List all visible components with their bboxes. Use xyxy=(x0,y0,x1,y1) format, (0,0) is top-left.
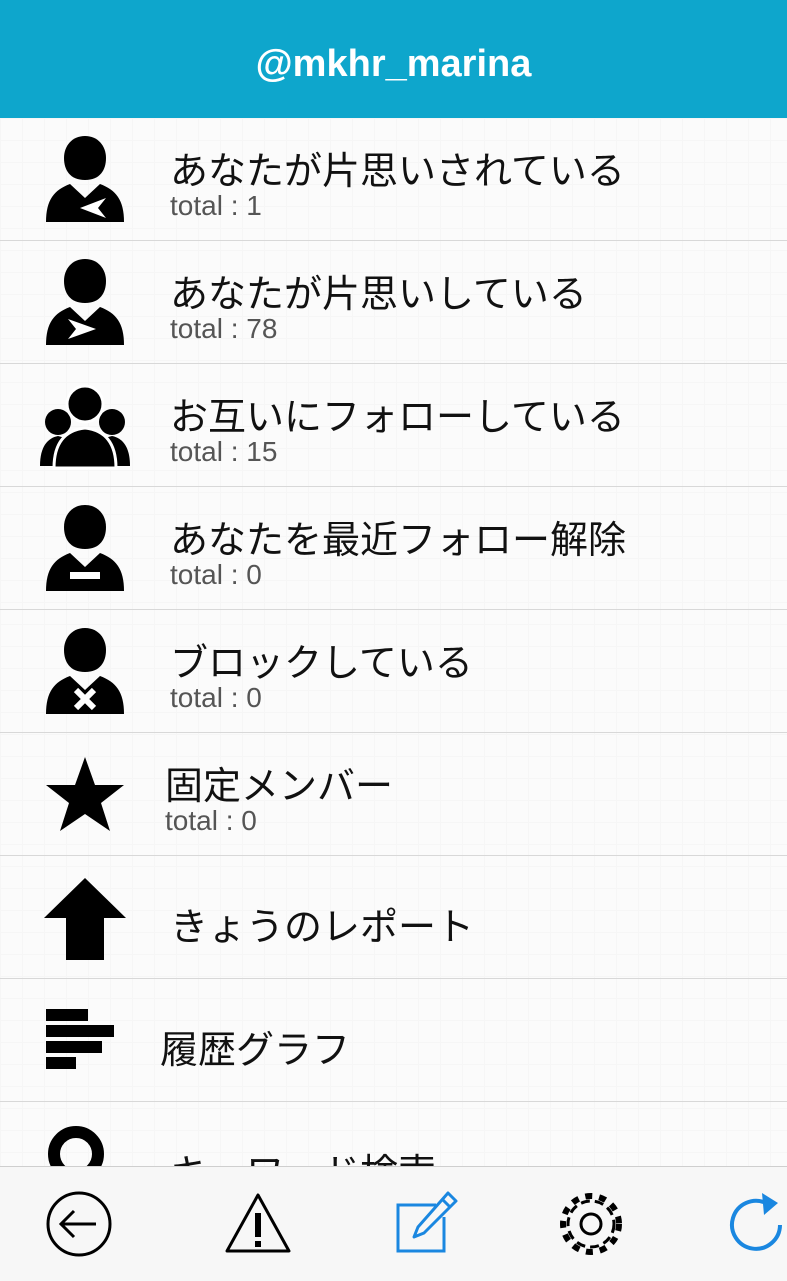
list-item-count: total : 0 xyxy=(170,682,262,713)
list-item-blocked[interactable]: ブロックしている total : 0 xyxy=(0,610,787,733)
list-item-one-sided-following[interactable]: あなたが片思いしている total : 78 xyxy=(0,241,787,364)
person-arrow-out-icon xyxy=(40,257,130,347)
person-minus-icon xyxy=(40,503,130,593)
list-item-one-sided-followers[interactable]: あなたが片思いされている total : 1 xyxy=(0,118,787,241)
search-icon xyxy=(40,1118,130,1166)
list-item-keyword-search[interactable]: キーワード検索 xyxy=(0,1102,787,1166)
list-item-label: ブロックしている xyxy=(170,641,473,685)
person-arrow-in-icon xyxy=(40,134,130,224)
list-item-recent-unfollows[interactable]: あなたを最近フォロー解除 total : 0 xyxy=(0,487,787,610)
star-icon xyxy=(40,749,130,839)
list-item-label: 固定メンバー xyxy=(165,764,394,808)
list-item-count: total : 78 xyxy=(170,313,278,344)
list-item-todays-report[interactable]: きょうのレポート xyxy=(0,856,787,979)
account-name: @mkhr_marina xyxy=(255,42,532,85)
up-arrow-icon xyxy=(40,872,130,962)
group-icon xyxy=(40,380,130,470)
list-item-label: あなたが片思いされている xyxy=(170,149,625,193)
compose-icon[interactable] xyxy=(390,1189,460,1259)
menu-list: あなたが片思いされている total : 1 あなたが片思いしている total… xyxy=(0,118,787,1166)
bottom-toolbar xyxy=(0,1166,787,1281)
refresh-icon[interactable] xyxy=(722,1189,787,1259)
nav-header: @mkhr_marina xyxy=(0,0,787,118)
list-item-count: total : 15 xyxy=(170,436,278,467)
gear-icon[interactable] xyxy=(556,1189,626,1259)
bar-chart-icon xyxy=(40,995,130,1085)
list-item-pinned-members[interactable]: 固定メンバー total : 0 xyxy=(0,733,787,856)
list-item-label: あなたを最近フォロー解除 xyxy=(170,518,627,562)
list-item-count: total : 1 xyxy=(170,190,262,221)
list-item-label: キーワード検索 xyxy=(170,1142,436,1166)
list-item-mutual-follows[interactable]: お互いにフォローしている total : 15 xyxy=(0,364,787,487)
back-circle-icon[interactable] xyxy=(44,1189,114,1259)
list-item-label: あなたが片思いしている xyxy=(170,272,587,316)
list-item-label: きょうのレポート xyxy=(170,905,475,949)
list-item-label: お互いにフォローしている xyxy=(170,395,625,439)
person-block-icon xyxy=(40,626,130,716)
list-item-history-graph[interactable]: 履歴グラフ xyxy=(0,979,787,1102)
warning-icon[interactable] xyxy=(223,1189,293,1259)
list-item-label: 履歴グラフ xyxy=(160,1028,351,1072)
list-item-count: total : 0 xyxy=(170,559,262,590)
list-item-count: total : 0 xyxy=(165,805,257,836)
